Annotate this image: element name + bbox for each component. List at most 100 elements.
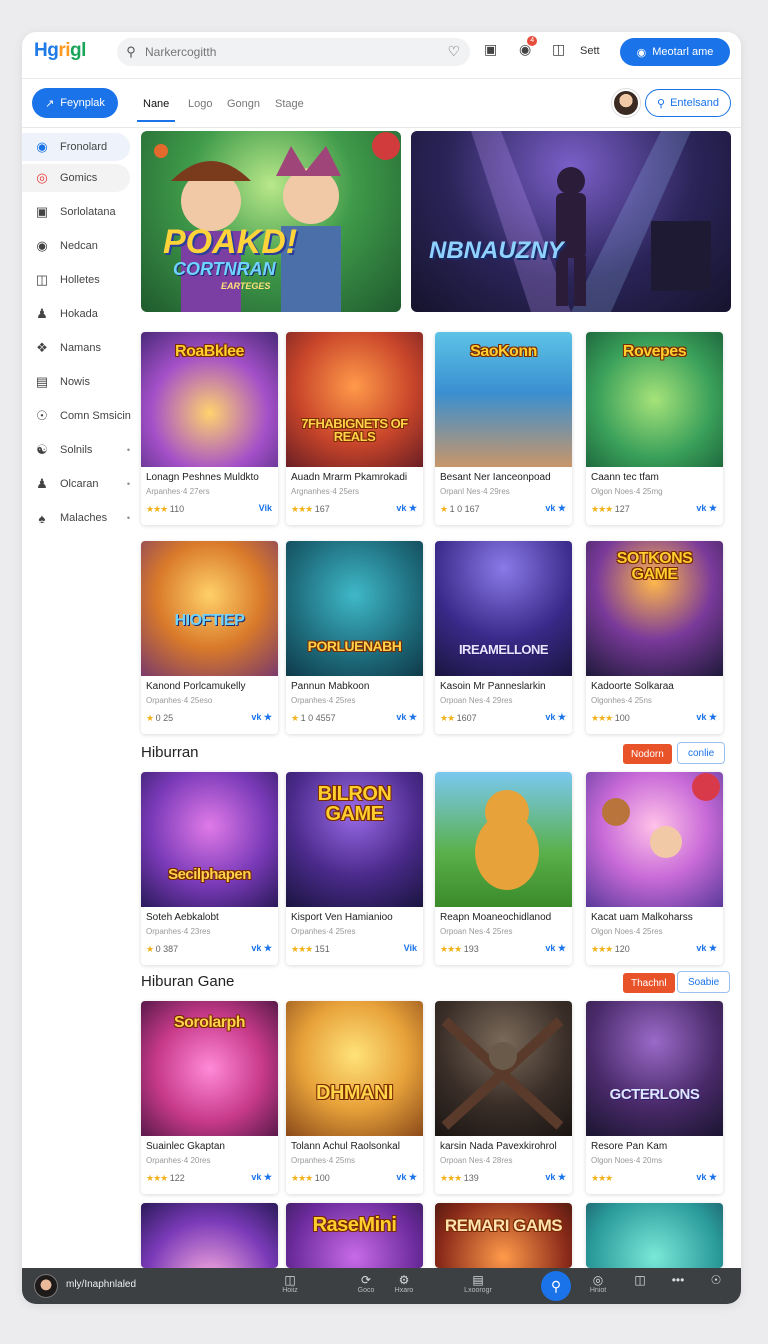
- sidebar-item-hokada[interactable]: ♟ Hokada: [22, 297, 134, 331]
- app-window: Hgrigl ⚲ ♡ ▣ ◉4 ◫ Sett ◉Meotarl ame ↗Fey…: [22, 32, 741, 1304]
- search-icon: ⚲: [126, 44, 136, 59]
- tab-logo[interactable]: Logo: [188, 98, 212, 110]
- section-more-button[interactable]: Soabie: [677, 971, 731, 993]
- game-thumbnail: PORLUENABH: [286, 541, 423, 676]
- primary-action-button[interactable]: ◉ Meotarl ame: [620, 38, 730, 66]
- game-thumbnail: [586, 1203, 723, 1268]
- game-title: Suainlec Gkaptan: [146, 1141, 225, 1152]
- game-card[interactable]: HIOFTIEP Kanond Porlcamukelly Orpanhes·4…: [141, 541, 278, 734]
- refresh-icon: ⟳: [360, 1273, 372, 1287]
- chat-icon: ◎: [592, 1273, 604, 1287]
- game-thumbnail: GCTERLONS: [586, 1001, 723, 1136]
- game-card[interactable]: RaseMini: [286, 1203, 423, 1268]
- sidebar-item-gomics[interactable]: ◎ Gomics: [22, 164, 130, 192]
- game-card[interactable]: Sorolarph Suainlec Gkaptan Orpanhes·4 20…: [141, 1001, 278, 1194]
- sidebar-item-malaches[interactable]: ♠ Malaches •: [22, 501, 134, 535]
- game-meta: Orpanhes·4 25res: [291, 927, 356, 936]
- settings-button[interactable]: ⚙ Hxaro: [384, 1273, 424, 1294]
- tab-home[interactable]: Nane: [136, 98, 176, 122]
- game-tag: vk ★: [696, 1172, 717, 1182]
- lock-icon[interactable]: ▣: [484, 41, 497, 58]
- game-card[interactable]: [586, 1203, 723, 1268]
- game-thumbnail: [141, 1203, 278, 1268]
- game-tag: vk ★: [396, 503, 417, 513]
- section-filter-button[interactable]: Nodorn: [623, 744, 672, 764]
- game-title: Kisport Ven Hamianioo: [291, 912, 393, 923]
- sidebar-item-olcaran[interactable]: ♟ Olcaran •: [22, 467, 134, 501]
- game-meta: Orpoan Nes·4 29res: [440, 696, 513, 705]
- search-bar[interactable]: ⚲ ♡: [117, 38, 470, 66]
- bell-icon[interactable]: ◉ 4: [519, 36, 538, 58]
- game-thumbnail: Sorolarph: [141, 1001, 278, 1136]
- game-card[interactable]: Kacat uam Malkoharss Olgon Noes·4 25res …: [586, 772, 723, 965]
- banner-featured-2[interactable]: NBNAUZNY: [411, 131, 731, 312]
- game-card[interactable]: BILRON GAME Kisport Ven Hamianioo Orpanh…: [286, 772, 423, 965]
- target-icon: ◎: [36, 170, 48, 185]
- help-button[interactable]: ☉: [696, 1273, 736, 1287]
- refresh-button[interactable]: ⟳ Goco: [346, 1273, 386, 1294]
- sidebar-item-sorlolatana[interactable]: ▣ Sorlolatana: [22, 195, 134, 229]
- sidebar-item-solnils[interactable]: ☯ Solnils •: [22, 433, 134, 467]
- section-title: Hiburan Gane: [141, 973, 235, 990]
- sidebar-item-holletes[interactable]: ◫ Holletes: [22, 263, 134, 297]
- game-title: Besant Ner Ianceonpoad: [440, 472, 551, 483]
- banner-title: NBNAUZNY: [429, 237, 564, 264]
- bottom-bar: mly/Inaphnlaled ◫ Hoiiz ⟳ Goco ⚙ Hxaro ▤ Lxo…: [22, 1268, 741, 1304]
- layout-icon[interactable]: ◫: [552, 41, 565, 58]
- banner-featured-1[interactable]: POAKD! CORTNRAN EARTEGES: [141, 131, 401, 312]
- puzzle-icon: ❖: [36, 340, 48, 355]
- game-thumbnail: 7FHABIGNETS OF REALS: [286, 332, 423, 467]
- game-thumbnail: [435, 772, 572, 907]
- avatar[interactable]: [612, 89, 640, 117]
- game-card[interactable]: SOTKONS GAME Kadoorte Solkaraa Olgonhes·…: [586, 541, 723, 734]
- featured-button[interactable]: ↗ Feynplak: [32, 88, 118, 118]
- search-input[interactable]: [145, 45, 435, 59]
- game-card[interactable]: PORLUENABH Pannun Mabkoon Orpanhes·4 25r…: [286, 541, 423, 734]
- game-card[interactable]: Secilphapen Soteh Aebkalobt Orpanhes·4 2…: [141, 772, 278, 965]
- game-card[interactable]: [141, 1203, 278, 1268]
- game-title: Resore Pan Kam: [591, 1141, 668, 1152]
- book-button[interactable]: ◫: [620, 1273, 660, 1287]
- sidebar-item-namans[interactable]: ❖ Namans: [22, 331, 134, 365]
- game-thumbnail: DHMANI: [286, 1001, 423, 1136]
- section-filter-button[interactable]: Thachnl: [623, 973, 675, 993]
- tab-stage[interactable]: Stage: [275, 98, 304, 110]
- game-card[interactable]: DHMANI Tolann Achul Raolsonkal Orpanhes·…: [286, 1001, 423, 1194]
- sidebar-item-nowis[interactable]: ▤ Nowis: [22, 365, 134, 399]
- game-card[interactable]: RoaBklee Lonagn Peshnes Muldkto Arpanhes…: [141, 332, 278, 525]
- grid-button[interactable]: ◫ Hoiiz: [270, 1273, 310, 1294]
- game-card[interactable]: 7FHABIGNETS OF REALS Auadn Mrarm Pkamrok…: [286, 332, 423, 525]
- game-title: Lonagn Peshnes Muldkto: [146, 472, 259, 483]
- section-more-button[interactable]: conlie: [677, 742, 726, 764]
- tab-gongn[interactable]: Gongn: [227, 98, 260, 110]
- more-button[interactable]: •••: [658, 1273, 698, 1287]
- banner-art: [154, 132, 400, 312]
- avatar[interactable]: [34, 1274, 58, 1298]
- outline-action-button[interactable]: ⚲ Entelsand: [645, 89, 731, 117]
- game-card[interactable]: IREAMELLONE Kasoin Mr Panneslarkin Orpoa…: [435, 541, 572, 734]
- game-title: Reapn Moaneochidlanod: [440, 912, 552, 923]
- game-card[interactable]: karsin Nada Pavexkirohrol Orpoan Nes·4 2…: [435, 1001, 572, 1194]
- app-logo[interactable]: Hgrigl: [34, 40, 86, 62]
- chat-button[interactable]: ◎ Hniot: [578, 1273, 618, 1294]
- game-card[interactable]: GCTERLONS Resore Pan Kam Olgon Noes·4 20…: [586, 1001, 723, 1194]
- clipboard-button[interactable]: ▤ Lxoorogr: [458, 1273, 498, 1294]
- game-card[interactable]: Reapn Moaneochidlanod Orpoan Nes·4 25res…: [435, 772, 572, 965]
- game-card[interactable]: Rovepes Caann tec tfam Olgon Noes·4 25mg…: [586, 332, 723, 525]
- shield-icon: ◉: [636, 46, 647, 59]
- search-fab-button[interactable]: ⚲: [541, 1271, 571, 1301]
- game-meta: Olgon Noes·4 20ms: [591, 1156, 663, 1165]
- game-rating: ★★★ 110: [146, 504, 185, 514]
- banner-subtitle: CORTNRAN: [173, 259, 276, 279]
- game-meta: Orpanhes·4 25res: [291, 696, 356, 705]
- game-card[interactable]: REMARI GAMS: [435, 1203, 572, 1268]
- game-rating: ★ 1 0 167: [440, 504, 480, 514]
- game-tag: vk ★: [396, 1172, 417, 1182]
- game-tag: Vik: [403, 943, 417, 953]
- settings-link[interactable]: Sett: [580, 45, 600, 57]
- sidebar-item-nedcan[interactable]: ◉ Nedcan: [22, 229, 134, 263]
- game-card[interactable]: SaoKonn Besant Ner Ianceonpoad Orpanl Ne…: [435, 332, 572, 525]
- sidebar-item-fronolard[interactable]: ◉ Fronolard: [22, 133, 130, 161]
- sidebar-item-comn-smsicin[interactable]: ☉ Comn Smsicin: [22, 399, 134, 433]
- heart-icon[interactable]: ♡: [447, 43, 460, 60]
